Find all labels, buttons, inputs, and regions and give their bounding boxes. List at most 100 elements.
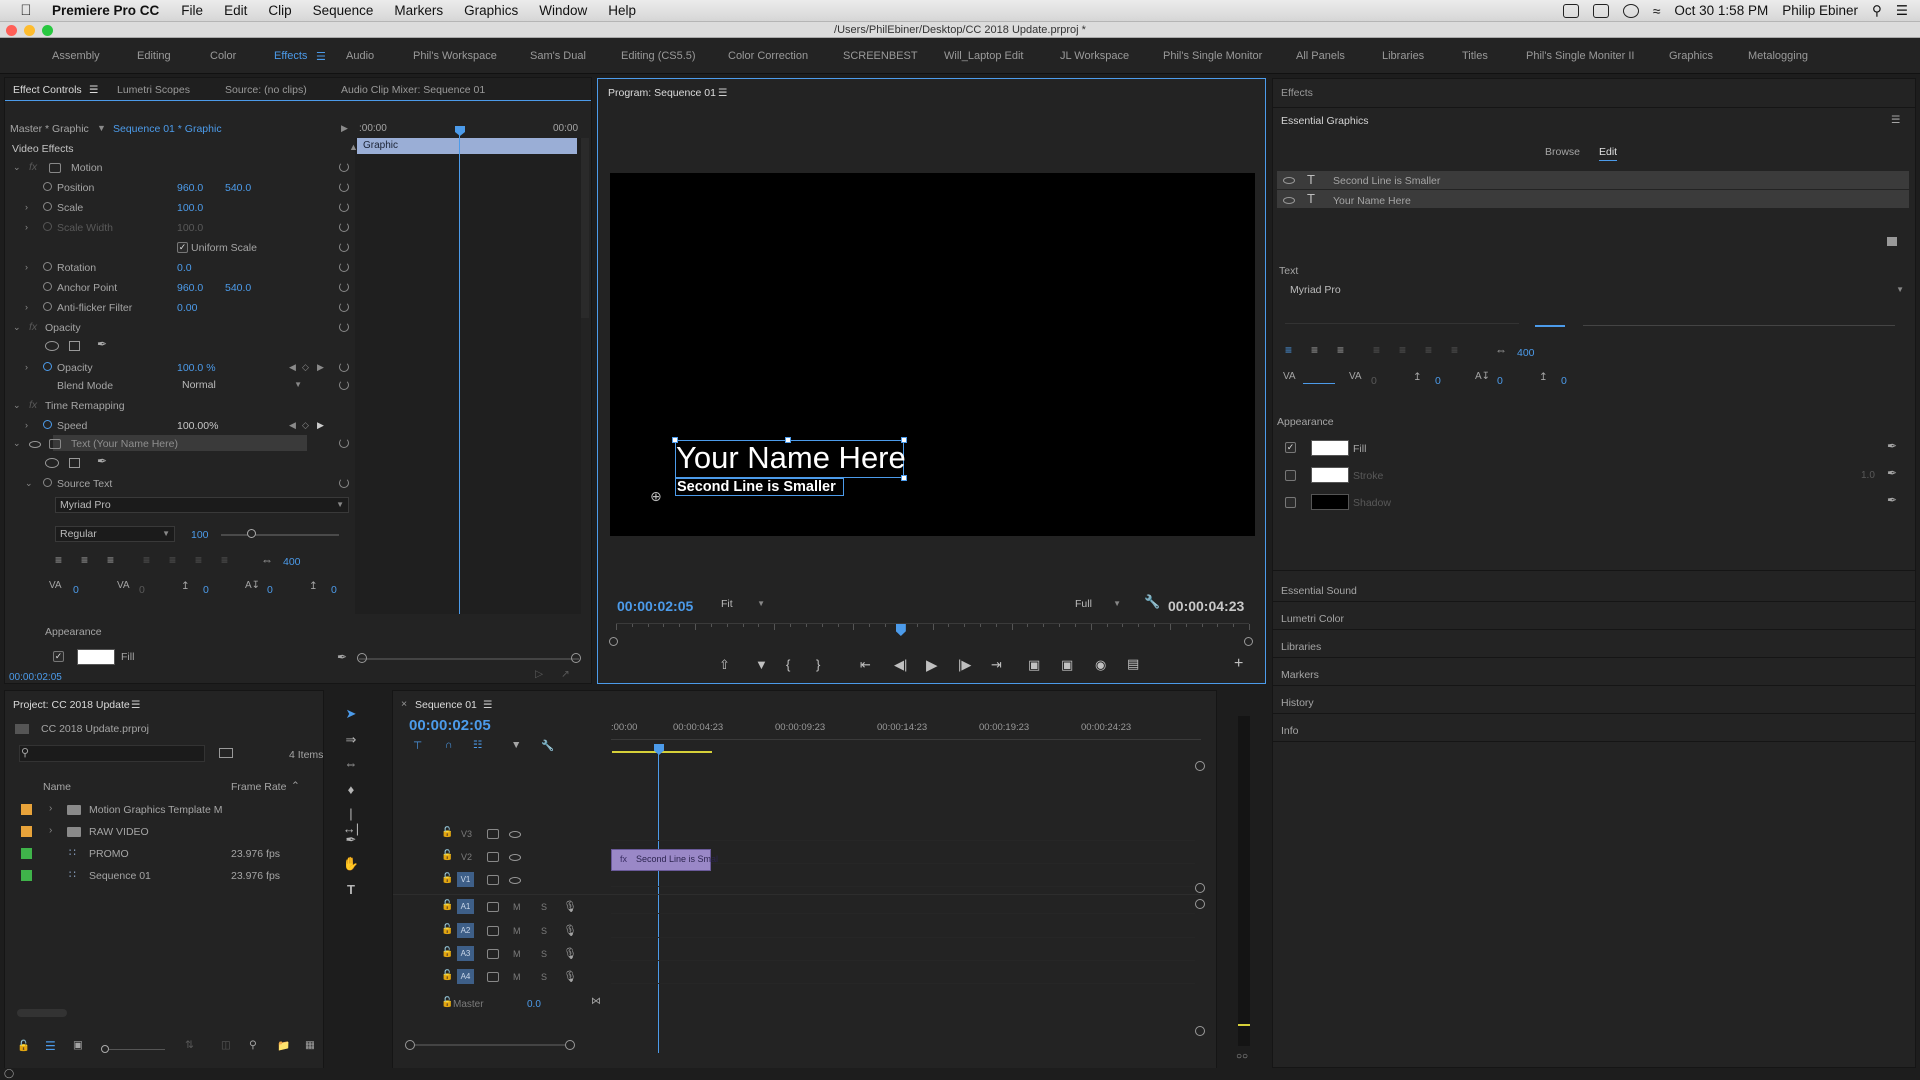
- panel-info[interactable]: Info: [1281, 725, 1299, 737]
- eg-justify-center-icon[interactable]: ≡: [1399, 343, 1406, 357]
- overwrite-icon[interactable]: ▣: [1061, 657, 1073, 673]
- col-name-header[interactable]: Name: [43, 781, 71, 793]
- snap-icon[interactable]: ∩: [445, 739, 453, 751]
- workspace-metalogging[interactable]: Metalogging: [1748, 50, 1808, 62]
- reset-icon[interactable]: [339, 202, 349, 212]
- baseline-value[interactable]: 0: [203, 584, 209, 596]
- transform-handle[interactable]: [901, 437, 907, 443]
- eye-icon[interactable]: [509, 854, 521, 861]
- timeline-timecode[interactable]: 00:00:02:05: [409, 717, 491, 734]
- zoom-window-icon[interactable]: [42, 25, 53, 36]
- fx-badge-icon[interactable]: fx: [29, 321, 37, 333]
- program-playhead[interactable]: [895, 624, 906, 636]
- microphone-icon[interactable]: 🎙: [563, 924, 577, 937]
- sequence-clip-label[interactable]: Sequence 01 * Graphic: [113, 123, 222, 135]
- video-scroll-bottom[interactable]: [1195, 883, 1205, 893]
- label-color-swatch[interactable]: [21, 848, 32, 859]
- font-select[interactable]: Myriad Pro ▼: [55, 497, 349, 513]
- timeline-zoom-left[interactable]: [405, 1040, 415, 1050]
- automate-to-sequence-icon[interactable]: ◫: [221, 1039, 231, 1051]
- project-list-item[interactable]: › Motion Graphics Template M: [5, 799, 323, 821]
- eg-align-right-icon[interactable]: ≡: [1337, 343, 1344, 357]
- eg-baseline-value[interactable]: 0: [1435, 375, 1441, 387]
- stopwatch-icon[interactable]: [43, 182, 52, 191]
- eg-stroke-checkbox[interactable]: [1285, 470, 1296, 481]
- new-item-icon[interactable]: ▦: [305, 1039, 315, 1051]
- go-to-in-icon[interactable]: ⇤: [860, 657, 871, 673]
- tab-effects[interactable]: Effects: [1281, 87, 1313, 99]
- solo-button[interactable]: S: [541, 926, 547, 936]
- reset-icon[interactable]: [339, 222, 349, 232]
- timeline-settings-icon[interactable]: 🔧: [541, 739, 554, 752]
- workspace-color[interactable]: Color: [210, 50, 236, 62]
- transform-handle[interactable]: [901, 475, 907, 481]
- project-panel-title[interactable]: Project: CC 2018 Update: [13, 699, 130, 711]
- pen-mask-icon[interactable]: ✒: [97, 337, 107, 351]
- app-menu[interactable]: Premiere Pro CC: [52, 3, 159, 18]
- fx-badge-icon[interactable]: fx: [29, 399, 37, 411]
- menu-sequence[interactable]: Sequence: [313, 3, 374, 18]
- stopwatch-icon[interactable]: [43, 202, 52, 211]
- eye-icon[interactable]: [1283, 177, 1295, 184]
- kerning-value[interactable]: 0: [73, 584, 79, 596]
- track-lock-icon[interactable]: 🔓: [441, 850, 453, 861]
- next-keyframe-icon[interactable]: ▶: [317, 420, 324, 431]
- menu-graphics[interactable]: Graphics: [464, 3, 518, 18]
- mark-in-icon[interactable]: {: [786, 657, 790, 672]
- program-menu-icon[interactable]: ☰: [718, 87, 727, 99]
- tsume-value[interactable]: 0: [267, 584, 273, 596]
- lift-icon[interactable]: ⇧: [719, 657, 730, 673]
- step-back-icon[interactable]: ◀|: [894, 657, 907, 673]
- solo-button[interactable]: S: [541, 972, 547, 982]
- microphone-icon[interactable]: 🎙: [563, 970, 577, 983]
- eg-font-style-field[interactable]: [1285, 323, 1519, 324]
- time-remap-expand-icon[interactable]: ⌄: [13, 400, 21, 411]
- project-list-item[interactable]: ∷ PROMO 23.976 fps: [5, 843, 323, 865]
- reset-icon[interactable]: [339, 282, 349, 292]
- camera-icon[interactable]: [1562, 3, 1579, 18]
- eg-stroke-color-swatch[interactable]: [1311, 467, 1349, 483]
- fill-color-swatch[interactable]: [77, 649, 115, 665]
- ec-playhead-handle[interactable]: [455, 126, 465, 136]
- transform-handle[interactable]: [672, 437, 678, 443]
- label-color-swatch[interactable]: [21, 804, 32, 815]
- mute-button[interactable]: M: [513, 926, 521, 936]
- panel-history[interactable]: History: [1281, 697, 1314, 709]
- microphone-icon[interactable]: 🎙: [563, 947, 577, 960]
- speed-value[interactable]: 100.00%: [177, 420, 218, 432]
- razor-tool-icon[interactable]: ♦: [342, 782, 360, 798]
- type-tool-icon[interactable]: T: [342, 882, 360, 898]
- reset-icon[interactable]: [339, 478, 349, 488]
- eg-font-size-slider[interactable]: [1583, 325, 1895, 326]
- track-select-tool-icon[interactable]: ⇒: [342, 732, 360, 748]
- dropbox-icon[interactable]: [1592, 3, 1609, 18]
- menu-clip[interactable]: Clip: [268, 3, 291, 18]
- notification-center-icon[interactable]: ☰: [1896, 3, 1908, 19]
- eyedropper-icon[interactable]: ✒: [1887, 493, 1897, 507]
- eg-font-size-slider-fill[interactable]: [1535, 325, 1565, 327]
- ec-clip-bar[interactable]: Graphic: [357, 138, 577, 154]
- solo-buttons[interactable]: ○○: [1236, 1051, 1248, 1062]
- workspace-phils-single[interactable]: Phil's Single Monitor: [1163, 50, 1262, 62]
- sync-lock-icon[interactable]: [487, 829, 499, 839]
- track-lock-icon[interactable]: 🔓: [441, 900, 453, 911]
- track-lock-icon[interactable]: 🔓: [441, 827, 453, 838]
- text-layer-label[interactable]: Text (Your Name Here): [71, 438, 178, 450]
- add-keyframe-icon[interactable]: ◇: [302, 362, 309, 373]
- reset-icon[interactable]: [339, 322, 349, 332]
- menu-help[interactable]: Help: [608, 3, 636, 18]
- expand-icon[interactable]: ›: [25, 362, 28, 372]
- reset-icon[interactable]: [339, 380, 349, 390]
- eg-font-select[interactable]: Myriad Pro ▼: [1285, 282, 1909, 298]
- timeline-zoom-right[interactable]: [565, 1040, 575, 1050]
- opacity-expand-icon[interactable]: ⌄: [13, 322, 21, 333]
- layer-name[interactable]: Second Line is Smaller: [1333, 175, 1440, 187]
- master-expand-icon[interactable]: ⋈: [591, 996, 601, 1007]
- title-line2-text[interactable]: Second Line is Smaller: [677, 478, 836, 496]
- eg-justify-all-icon[interactable]: ≡: [1451, 343, 1458, 357]
- workspace-phils[interactable]: Phil's Workspace: [413, 50, 497, 62]
- workspace-assembly[interactable]: Assembly: [52, 50, 100, 62]
- rotation-value[interactable]: 0.0: [177, 262, 192, 274]
- track-target-toggle[interactable]: A1: [457, 899, 474, 914]
- eg-shadow-color-swatch[interactable]: [1311, 494, 1349, 510]
